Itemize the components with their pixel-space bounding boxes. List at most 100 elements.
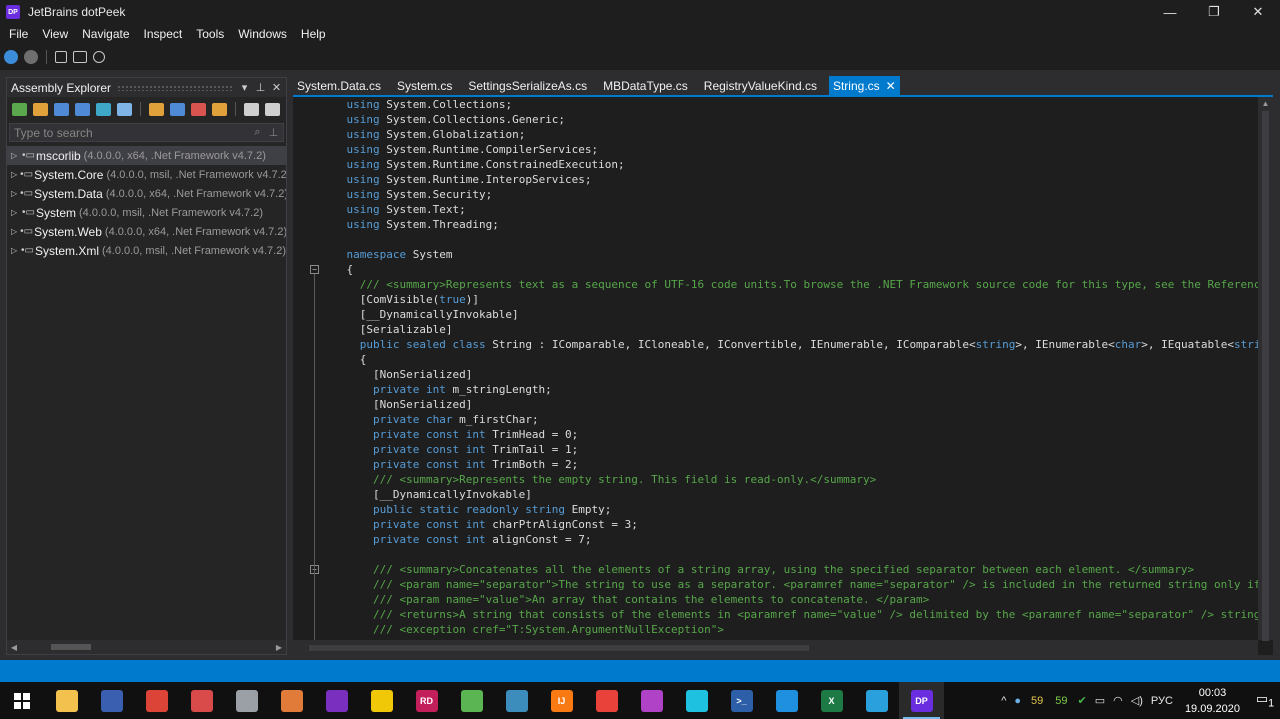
tab-string[interactable]: String.cs ✕ (828, 76, 900, 95)
scroll-left-icon[interactable]: ◀ (7, 643, 21, 652)
taskbar-app-vscode[interactable] (764, 682, 809, 719)
taskbar-app-excel[interactable]: X (809, 682, 854, 719)
menu-file[interactable]: File (2, 27, 35, 41)
expand-arrow-icon[interactable]: ▷ (11, 246, 18, 255)
tree-item-system[interactable]: ▷ •▭ System (4.0.0.0, msil, .Net Framewo… (7, 203, 286, 222)
menu-view[interactable]: View (35, 27, 75, 41)
expand-arrow-icon[interactable]: ▷ (11, 151, 19, 160)
search-input[interactable] (14, 124, 251, 141)
tree-item-system-core[interactable]: ▷ •▭ System.Core (4.0.0.0, msil, .Net Fr… (7, 165, 286, 184)
code-editor[interactable]: using System.Collections; using System.C… (293, 97, 1273, 655)
menu-windows[interactable]: Windows (231, 27, 294, 41)
expand-arrow-icon[interactable]: ▷ (11, 227, 17, 236)
taskbar-app-rider[interactable]: RD (404, 682, 449, 719)
open-gac-icon[interactable] (54, 102, 69, 116)
tools-app-icon (505, 689, 528, 712)
taskbar-app-intellij[interactable]: IJ (539, 682, 584, 719)
expand-arrow-icon[interactable]: ▷ (11, 208, 19, 217)
taskbar-app-drive-app[interactable] (224, 682, 269, 719)
tree-item-mscorlib[interactable]: ▷ •▭ mscorlib (4.0.0.0, x64, .Net Framew… (7, 146, 286, 165)
scroll-track[interactable] (21, 640, 272, 654)
tray-counter-b[interactable]: 59 (1055, 695, 1067, 707)
assembly-icon[interactable] (55, 51, 67, 63)
decompile-icon[interactable] (73, 51, 87, 63)
tree-item-system-xml[interactable]: ▷ •▭ System.Xml (4.0.0.0, msil, .Net Fra… (7, 241, 286, 260)
start-button[interactable] (0, 682, 44, 719)
battery-icon[interactable]: ▭ (1095, 694, 1105, 707)
pin-icon[interactable]: ⊥ (267, 126, 280, 139)
tab-system-data[interactable]: System.Data.cs (293, 76, 393, 95)
check-icon[interactable]: ✔ (1078, 694, 1087, 707)
collapse-icon[interactable]: − (310, 265, 319, 274)
wifi-icon[interactable]: ◠ (1113, 694, 1123, 707)
save-icon[interactable] (170, 102, 185, 116)
open-folder-icon[interactable] (33, 102, 48, 116)
tray-overflow-icon[interactable]: ^ (1001, 695, 1006, 707)
settings-icon[interactable] (117, 102, 132, 116)
editor-horizontal-scrollbar[interactable] (293, 640, 1258, 655)
document-search-icon[interactable] (265, 102, 280, 116)
tree-item-system-data[interactable]: ▷ •▭ System.Data (4.0.0.0, x64, .Net Fra… (7, 184, 286, 203)
scroll-thumb[interactable] (51, 644, 91, 650)
search-icon[interactable]: ⌕ (251, 126, 264, 139)
menu-tools[interactable]: Tools (189, 27, 231, 41)
menu-help[interactable]: Help (294, 27, 333, 41)
assembly-name: System.Web (34, 224, 102, 239)
panel-grip[interactable] (117, 84, 232, 91)
tree-view-icon[interactable] (212, 102, 227, 116)
editor-vertical-scrollbar[interactable]: ▲ (1258, 97, 1273, 641)
taskbar-app-telegram[interactable] (854, 682, 899, 719)
open-from-process-icon[interactable] (96, 102, 111, 116)
taskbar-app-archive-app[interactable] (269, 682, 314, 719)
open-nuget-icon[interactable] (75, 102, 90, 116)
taskbar-app-resharper-app[interactable] (449, 682, 494, 719)
clock[interactable]: 00:03 19.09.2020 (1185, 685, 1240, 717)
taskbar-app-powershell[interactable]: >_ (719, 682, 764, 719)
remove-icon[interactable] (191, 102, 206, 116)
scroll-thumb[interactable] (1262, 111, 1269, 641)
tab-system[interactable]: System.cs (393, 76, 464, 95)
export-icon[interactable] (149, 102, 164, 116)
taskbar-app-git-app[interactable] (359, 682, 404, 719)
close-icon[interactable]: ✕ (270, 81, 283, 94)
taskbar-app-dotpeek[interactable]: DP (899, 682, 944, 719)
tab-registry-value-kind[interactable]: RegistryValueKind.cs (700, 76, 829, 95)
scroll-thumb[interactable] (309, 645, 809, 651)
scroll-up-icon[interactable]: ▲ (1258, 99, 1273, 108)
code-view[interactable]: using System.Collections; using System.C… (293, 97, 1258, 640)
forward-icon[interactable] (24, 50, 38, 64)
recycle-icon[interactable] (93, 51, 105, 63)
back-icon[interactable] (4, 50, 18, 64)
close-icon[interactable]: ✕ (886, 79, 896, 93)
taskbar-app-chrome[interactable] (134, 682, 179, 719)
scroll-right-icon[interactable]: ▶ (272, 643, 286, 652)
taskbar-app-tools-app[interactable] (494, 682, 539, 719)
pin-icon[interactable]: ⊥ (254, 81, 267, 94)
expand-arrow-icon[interactable]: ▷ (11, 170, 17, 179)
taskbar-app-save-app[interactable] (89, 682, 134, 719)
tab-settings-serialize-as[interactable]: SettingsSerializeAs.cs (464, 76, 599, 95)
chevron-down-icon[interactable]: ▾ (238, 81, 251, 94)
taskbar-app-gear-app[interactable] (584, 682, 629, 719)
menu-inspect[interactable]: Inspect (137, 27, 190, 41)
taskbar-app-paint-app[interactable] (179, 682, 224, 719)
document-icon[interactable] (244, 102, 259, 116)
language-indicator[interactable]: РУС (1151, 695, 1173, 707)
minimize-button[interactable]: — (1148, 0, 1192, 24)
explorer-horizontal-scrollbar[interactable]: ◀ ▶ (7, 640, 286, 654)
onedrive-icon[interactable]: ● (1014, 695, 1021, 707)
tray-counter-a[interactable]: 59 (1031, 695, 1043, 707)
taskbar-app-file-explorer[interactable] (44, 682, 89, 719)
taskbar-app-flash-app[interactable] (674, 682, 719, 719)
taskbar-app-visual-studio[interactable] (314, 682, 359, 719)
taskbar-app-dotmemory[interactable] (629, 682, 674, 719)
close-button[interactable]: ✕ (1236, 0, 1280, 24)
tab-mb-data-type[interactable]: MBDataType.cs (599, 76, 700, 95)
open-assembly-icon[interactable] (12, 102, 27, 116)
volume-icon[interactable]: ◁) (1131, 694, 1143, 707)
expand-arrow-icon[interactable]: ▷ (11, 189, 17, 198)
menu-navigate[interactable]: Navigate (75, 27, 136, 41)
maximize-button[interactable]: ❐ (1192, 0, 1236, 24)
tree-item-system-web[interactable]: ▷ •▭ System.Web (4.0.0.0, x64, .Net Fram… (7, 222, 286, 241)
notification-center-icon[interactable]: ▭1 (1250, 691, 1280, 710)
